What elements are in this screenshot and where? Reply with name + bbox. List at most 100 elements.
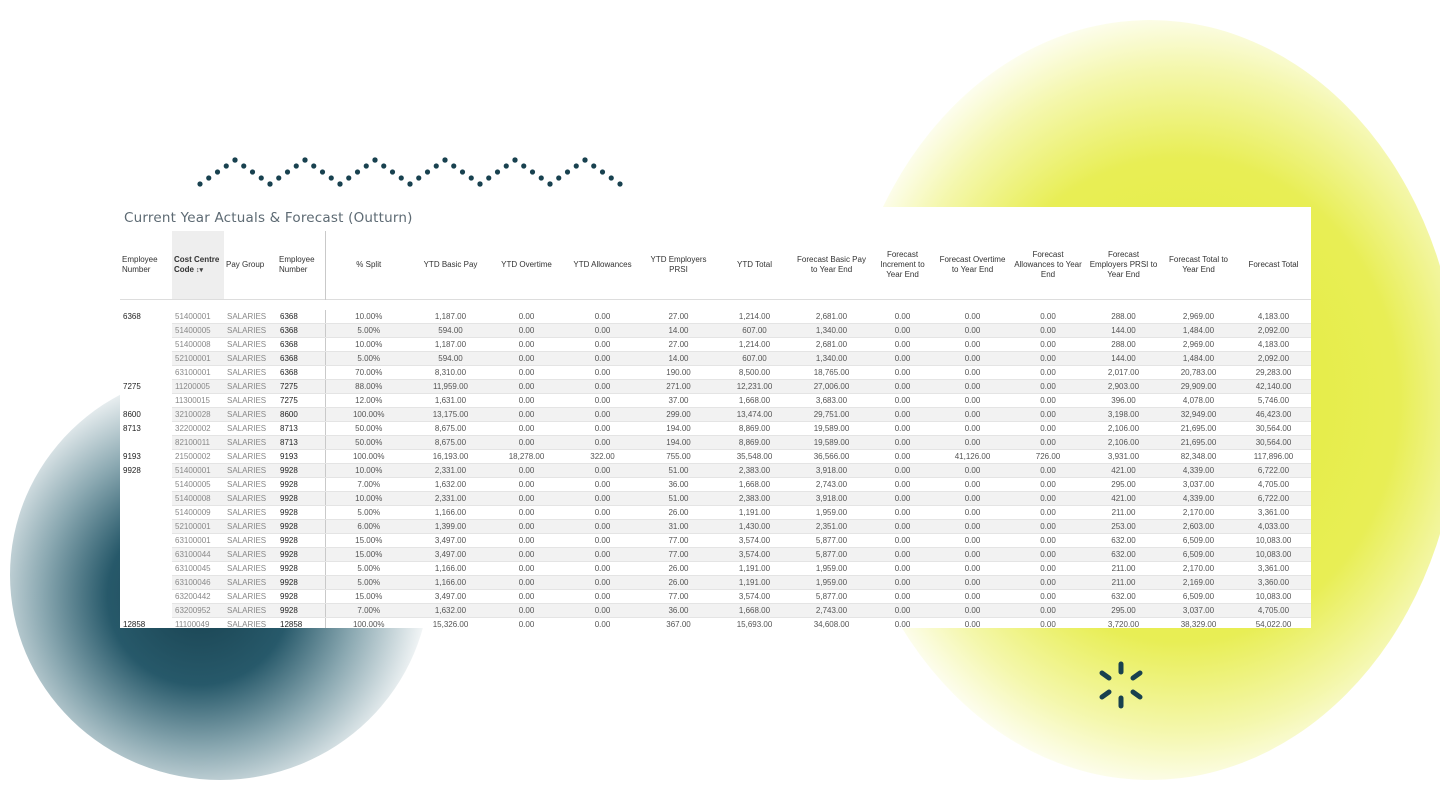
zigzag-dot <box>389 169 396 175</box>
table-cell: 0.00 <box>870 435 935 450</box>
table-cell: 0.00 <box>489 477 564 492</box>
table-cell: 421.00 <box>1086 491 1161 506</box>
sparkle-icon <box>1099 661 1143 709</box>
table-cell: 8600 <box>123 410 141 419</box>
table-cell: 5.00% <box>324 505 412 520</box>
table-cell: SALARIES <box>224 547 277 562</box>
table-cell: 51.00 <box>641 463 716 478</box>
table-cell: 0.00 <box>489 575 564 590</box>
table-cell: 5.00% <box>324 561 412 576</box>
table-cell: 1,959.00 <box>793 561 870 576</box>
table-cell: 1,191.00 <box>716 561 793 576</box>
table-cell: 32200002 <box>172 421 224 436</box>
table-row[interactable]: 51400008 SALARIES 9928 10.00% 2,331.00 0.00 0.… <box>120 491 1311 506</box>
table-cell: 3,360.00 <box>1236 575 1311 590</box>
column-header[interactable]: Forecast Employers PRSI to Year End <box>1086 231 1161 300</box>
table-row[interactable]: 52100001 SALARIES 9928 6.00% 1,399.00 0.00 0.0… <box>120 519 1311 534</box>
table-cell: 2,603.00 <box>1161 519 1236 534</box>
table-cell: 9928 <box>277 575 325 590</box>
table-cell: 0.00 <box>564 547 641 562</box>
table-cell: 36.00 <box>641 477 716 492</box>
column-header[interactable]: Forecast Overtime to Year End <box>935 231 1010 300</box>
table-row[interactable]: 63200442 SALARIES 9928 15.00% 3,497.00 0.00 0.… <box>120 589 1311 604</box>
table-cell: 2,681.00 <box>793 337 870 352</box>
table-row[interactable]: 9928 51400001 SALARIES 9928 10.00% 2,331.00 0.… <box>120 463 1311 478</box>
table-cell: 0.00 <box>870 519 935 534</box>
table-cell: 2,169.00 <box>1161 575 1236 590</box>
column-header[interactable]: YTD Overtime <box>489 231 564 300</box>
table-cell: SALARIES <box>224 365 277 380</box>
table-cell: 288.00 <box>1086 337 1161 352</box>
table-cell: 0.00 <box>935 519 1010 534</box>
table-cell <box>120 604 172 618</box>
table-cell: 54,022.00 <box>1236 617 1311 628</box>
table-cell: 0.00 <box>564 365 641 380</box>
table-row[interactable]: 11300015 SALARIES 7275 12.00% 1,631.00 0.00 0.… <box>120 393 1311 408</box>
table-row[interactable]: 9193 21500002 SALARIES 9193 100.00% 16,193.00… <box>120 449 1311 464</box>
table-row[interactable]: 63100001 SALARIES 6368 70.00% 8,310.00 0.00 0.… <box>120 365 1311 380</box>
column-header[interactable]: Forecast Increment to Year End <box>870 231 935 300</box>
column-header[interactable]: Forecast Basic Pay to Year End <box>793 231 870 300</box>
table-cell: 18,765.00 <box>793 365 870 380</box>
table-cell: 8,310.00 <box>412 365 489 380</box>
table-row[interactable]: 82100011 SALARIES 8713 50.00% 8,675.00 0.00 0.… <box>120 435 1311 450</box>
table-cell: 26.00 <box>641 505 716 520</box>
table-cell: 0.00 <box>564 477 641 492</box>
table-row[interactable]: 63100044 SALARIES 9928 15.00% 3,497.00 0.00 0.… <box>120 547 1311 562</box>
column-header[interactable]: % Split <box>324 231 412 300</box>
table-row[interactable]: 8600 32100028 SALARIES 8600 100.00% 13,175.00… <box>120 407 1311 422</box>
sort-indicator-icon[interactable]: ↕▾ <box>194 267 203 274</box>
column-header[interactable]: Employee Number <box>120 231 172 300</box>
table-row[interactable]: 63100001 SALARIES 9928 15.00% 3,497.00 0.00 0.… <box>120 533 1311 548</box>
column-header[interactable]: Cost Centre Code ↕▾ <box>172 231 224 300</box>
table-row[interactable]: 8713 32200002 SALARIES 8713 50.00% 8,675.00 0.… <box>120 421 1311 436</box>
table-row[interactable]: 63100045 SALARIES 9928 5.00% 1,166.00 0.00 0.0… <box>120 561 1311 576</box>
table-row[interactable]: 51400009 SALARIES 9928 5.00% 1,166.00 0.00 0.0… <box>120 505 1311 520</box>
table-cell: 0.00 <box>870 589 935 604</box>
table-row[interactable]: 7275 11200005 SALARIES 7275 88.00% 11,959.00 0… <box>120 379 1311 394</box>
table-cell: 1,340.00 <box>793 351 870 366</box>
table-cell: 1,340.00 <box>793 323 870 338</box>
table-cell: 12.00% <box>324 393 412 408</box>
column-header[interactable]: Pay Group <box>224 231 277 300</box>
table-row[interactable]: 51400005 SALARIES 6368 5.00% 594.00 0.00 0.00 1… <box>120 323 1311 338</box>
data-table: Employee Number Cost Centre Code ↕▾ Pay Gr… <box>120 231 1311 628</box>
table-cell: 9928 <box>277 491 325 506</box>
zigzag-dot <box>214 169 221 175</box>
table-cell: 0.00 <box>564 533 641 548</box>
table-cell: 16,193.00 <box>412 449 489 464</box>
table-row[interactable]: 63200952 SALARIES 9928 7.00% 1,632.00 0.00 0.0… <box>120 603 1311 618</box>
table-cell: SALARIES <box>224 407 277 422</box>
table-row[interactable]: 52100001 SALARIES 6368 5.00% 594.00 0.00 0.00 1… <box>120 351 1311 366</box>
table-row[interactable]: 51400008 SALARIES 6368 10.00% 1,187.00 0.00 0.… <box>120 337 1311 352</box>
table-row[interactable]: 63100046 SALARIES 9928 5.00% 1,166.00 0.00 0.0… <box>120 575 1311 590</box>
table-cell: SALARIES <box>224 491 277 506</box>
column-header[interactable]: Forecast Total <box>1236 231 1311 300</box>
column-header[interactable]: Forecast Total to Year End <box>1161 231 1236 300</box>
column-header[interactable]: Employee Number <box>277 231 325 300</box>
column-header[interactable]: YTD Allowances <box>564 231 641 300</box>
zigzag-dot <box>232 157 238 163</box>
table-cell: 5,877.00 <box>793 533 870 548</box>
column-header[interactable]: YTD Total <box>716 231 793 300</box>
table-cell: 26.00 <box>641 561 716 576</box>
column-header[interactable]: YTD Employers PRSI <box>641 231 716 300</box>
column-header[interactable]: Forecast Allowances to Year End <box>1010 231 1086 300</box>
table-cell: 0.00 <box>489 421 564 436</box>
table-row[interactable]: 51400005 SALARIES 9928 7.00% 1,632.00 0.00 0.0… <box>120 477 1311 492</box>
report-panel: Employee Number Cost Centre Code ↕▾ Pay Gr… <box>120 207 1311 628</box>
table-row[interactable]: 12858 11100049 SALARIES 12858 100.00% 15,326.… <box>120 617 1311 628</box>
table-cell: 15.00% <box>324 547 412 562</box>
table-cell: 7.00% <box>324 603 412 618</box>
table-cell: 82,348.00 <box>1161 449 1236 464</box>
table-cell: SALARIES <box>224 449 277 464</box>
table-cell: 0.00 <box>564 435 641 450</box>
table-cell: 0.00 <box>489 561 564 576</box>
table-row[interactable]: 6368 51400001 SALARIES 6368 10.00% 1,187.00 0.… <box>120 310 1311 324</box>
table-cell <box>120 394 172 408</box>
column-header[interactable]: YTD Basic Pay <box>412 231 489 300</box>
table-cell: 51.00 <box>641 491 716 506</box>
table-cell: 7275 <box>123 382 141 391</box>
table-cell: 3,574.00 <box>716 589 793 604</box>
table-cell: 19,589.00 <box>793 435 870 450</box>
